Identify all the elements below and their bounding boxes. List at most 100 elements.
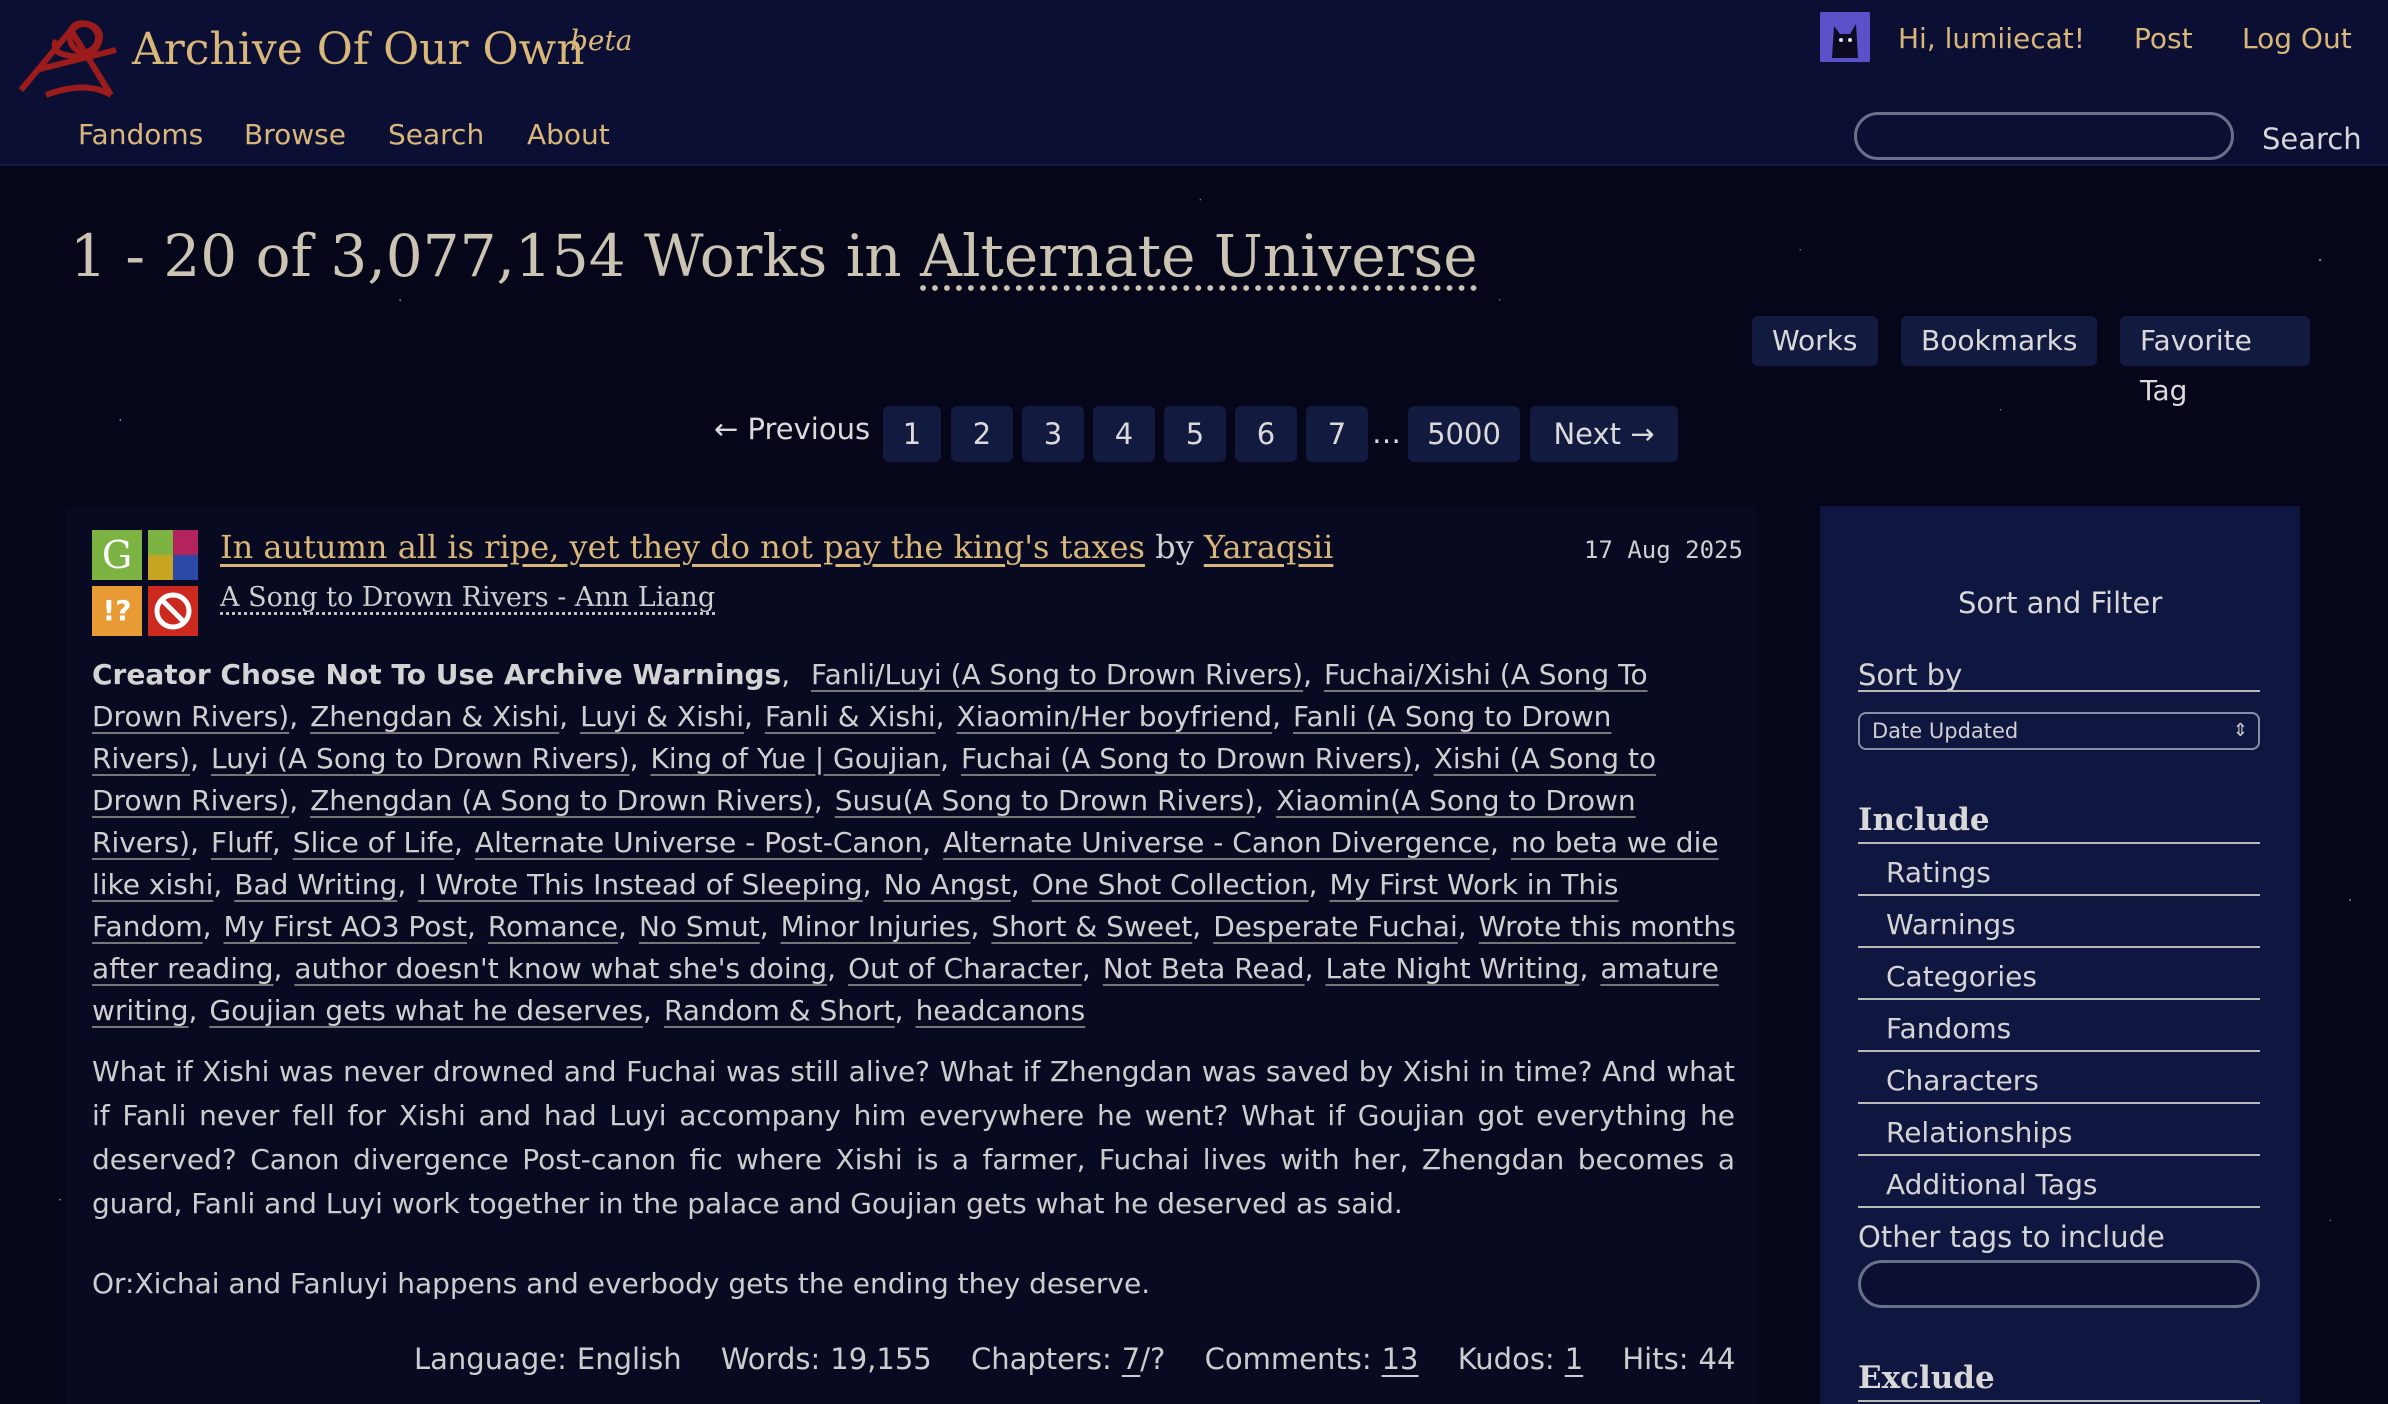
tag-link[interactable]: Zhengdan & Xishi — [310, 700, 559, 733]
tag-link[interactable]: Fanli & Xishi — [765, 700, 936, 733]
filter-include-warnings[interactable]: Warnings — [1886, 908, 2016, 941]
tag-link[interactable]: No Angst — [884, 868, 1011, 901]
logout-link[interactable]: Log Out — [2242, 22, 2352, 55]
sort-by-select[interactable]: Date Updated ⇕ — [1858, 712, 2260, 750]
filter-include-fandoms[interactable]: Fandoms — [1886, 1012, 2011, 1045]
tag-link[interactable]: Out of Character — [848, 952, 1082, 985]
filter-include-relationships[interactable]: Relationships — [1886, 1116, 2072, 1149]
tag-separator: , — [454, 826, 463, 859]
rating-general-icon[interactable]: G — [92, 530, 142, 580]
pagination-gap: … — [1372, 416, 1401, 450]
filter-include-characters[interactable]: Characters — [1886, 1064, 2039, 1097]
tab-favorite-tag[interactable]: Favorite Tag — [2120, 316, 2310, 407]
pagination-page-last[interactable]: 5000 — [1408, 406, 1520, 462]
stats-chapters-link[interactable]: 7 — [1122, 1342, 1140, 1376]
tag-link[interactable]: I Wrote This Instead of Sleeping — [418, 868, 862, 901]
nav-about[interactable]: About — [527, 118, 610, 151]
pagination-next[interactable]: Next → — [1530, 406, 1678, 462]
tag-link[interactable]: No Smut — [639, 910, 760, 943]
filter-include-ratings[interactable]: Ratings — [1886, 856, 1991, 889]
tag-separator: , — [202, 910, 212, 943]
tag-separator: , — [1192, 910, 1202, 943]
tag-link[interactable]: Not Beta Read — [1103, 952, 1305, 985]
warning-tag-link[interactable]: Creator Chose Not To Use Archive Warning… — [92, 658, 781, 691]
tag-separator: , — [744, 700, 753, 733]
stats-language-value: English — [576, 1342, 682, 1376]
pagination-page-1[interactable]: 1 — [883, 406, 941, 462]
tag-separator: , — [827, 952, 837, 985]
tag-link[interactable]: Romance — [488, 910, 618, 943]
tag-link[interactable]: Luyi & Xishi — [580, 700, 744, 733]
header-search-button[interactable]: Search — [2262, 122, 2362, 156]
filter-include-additional-tags[interactable]: Additional Tags — [1886, 1168, 2097, 1201]
warning-choose-not-icon[interactable]: !? — [92, 586, 142, 636]
tag-link[interactable]: Random & Short — [664, 994, 895, 1027]
pagination-page-7[interactable]: 7 — [1306, 406, 1368, 462]
pagination-page-2[interactable]: 2 — [951, 406, 1013, 462]
complete-no-icon[interactable] — [148, 586, 198, 636]
post-link[interactable]: Post — [2134, 22, 2193, 55]
tag-list: Fanli/Luyi (A Song to Drown Rivers), Fuch… — [92, 658, 1736, 1027]
tag-separator: , — [190, 742, 199, 775]
filter-divider — [1858, 894, 2260, 896]
tag-link[interactable]: author doesn't know what she's doing — [294, 952, 827, 985]
tag-separator: , — [970, 910, 980, 943]
site-beta-label: beta — [570, 24, 633, 57]
tab-bookmarks[interactable]: Bookmarks — [1901, 316, 2098, 366]
tag-link[interactable]: Goujian gets what he deserves — [209, 994, 643, 1027]
ao3-logo-icon[interactable] — [16, 10, 126, 100]
tag-link[interactable]: headcanons — [916, 994, 1086, 1027]
stats-kudos-label: Kudos: — [1457, 1342, 1555, 1376]
tag-separator: , — [922, 826, 932, 859]
stats-language-label: Language: — [414, 1342, 567, 1376]
stats-comments-link[interactable]: 13 — [1382, 1342, 1419, 1376]
pagination-page-3[interactable]: 3 — [1022, 406, 1084, 462]
pagination-previous[interactable]: ← Previous — [714, 412, 870, 446]
tag-link[interactable]: One Shot Collection — [1032, 868, 1309, 901]
tag-link[interactable]: Short & Sweet — [991, 910, 1192, 943]
tag-link[interactable]: Late Night Writing — [1325, 952, 1579, 985]
work-fandom-link[interactable]: A Song to Drown Rivers - Ann Liang — [220, 582, 715, 613]
nav-browse[interactable]: Browse — [244, 118, 346, 151]
tab-works[interactable]: Works — [1752, 316, 1878, 366]
site-title[interactable]: Archive Of Our Own — [132, 24, 585, 75]
stats-kudos-link[interactable]: 1 — [1565, 1342, 1583, 1376]
page-title-tag-link[interactable]: Alternate Universe — [920, 222, 1478, 290]
nav-fandoms[interactable]: Fandoms — [78, 118, 203, 151]
tag-link[interactable]: Minor Injuries — [781, 910, 971, 943]
header-search-input[interactable] — [1854, 112, 2234, 160]
tag-link[interactable]: Susu(A Song to Drown Rivers) — [835, 784, 1255, 817]
tag-link[interactable]: Desperate Fuchai — [1213, 910, 1458, 943]
tag-separator: , — [467, 910, 476, 943]
tag-link[interactable]: My First AO3 Post — [224, 910, 467, 943]
tag-separator: , — [289, 700, 299, 733]
tag-link[interactable]: Alternate Universe - Canon Divergence — [943, 826, 1490, 859]
work-title-link[interactable]: In autumn all is ripe, yet they do not p… — [220, 528, 1145, 566]
tag-separator: , — [1412, 742, 1422, 775]
tag-link[interactable]: King of Yue | Goujian — [650, 742, 940, 775]
required-tags[interactable]: G !? — [92, 530, 198, 636]
pagination-page-4[interactable]: 4 — [1093, 406, 1155, 462]
tag-link[interactable]: Xiaomin/Her boyfriend — [957, 700, 1273, 733]
pagination-page-6[interactable]: 6 — [1235, 406, 1297, 462]
filter-include-categories[interactable]: Categories — [1886, 960, 2037, 993]
work-author-link[interactable]: Yaraqsii — [1204, 528, 1333, 566]
tag-link[interactable]: Bad Writing — [234, 868, 397, 901]
tag-separator: , — [273, 952, 283, 985]
warning-symbol: !? — [102, 594, 132, 627]
tag-link[interactable]: Zhengdan (A Song to Drown Rivers) — [310, 784, 814, 817]
pagination-page-5[interactable]: 5 — [1164, 406, 1226, 462]
category-multi-icon[interactable] — [148, 530, 198, 580]
other-tags-input[interactable] — [1858, 1260, 2260, 1308]
tag-link[interactable]: Slice of Life — [293, 826, 454, 859]
user-avatar[interactable] — [1820, 12, 1870, 62]
tag-link[interactable]: Luyi (A Song to Drown Rivers) — [211, 742, 630, 775]
user-greeting-link[interactable]: Hi, lumiiecat! — [1898, 22, 2085, 55]
tag-link[interactable]: Fuchai (A Song to Drown Rivers) — [961, 742, 1413, 775]
nav-search[interactable]: Search — [388, 118, 484, 151]
work-summary-1: What if Xishi was never drowned and Fuch… — [92, 1055, 1735, 1220]
tag-link[interactable]: Fluff — [211, 826, 272, 859]
page-title: 1 - 20 of 3,077,154 Works in Alternate U… — [70, 222, 1478, 290]
tag-link[interactable]: Fanli/Luyi (A Song to Drown Rivers) — [811, 658, 1303, 691]
tag-link[interactable]: Alternate Universe - Post-Canon — [475, 826, 922, 859]
